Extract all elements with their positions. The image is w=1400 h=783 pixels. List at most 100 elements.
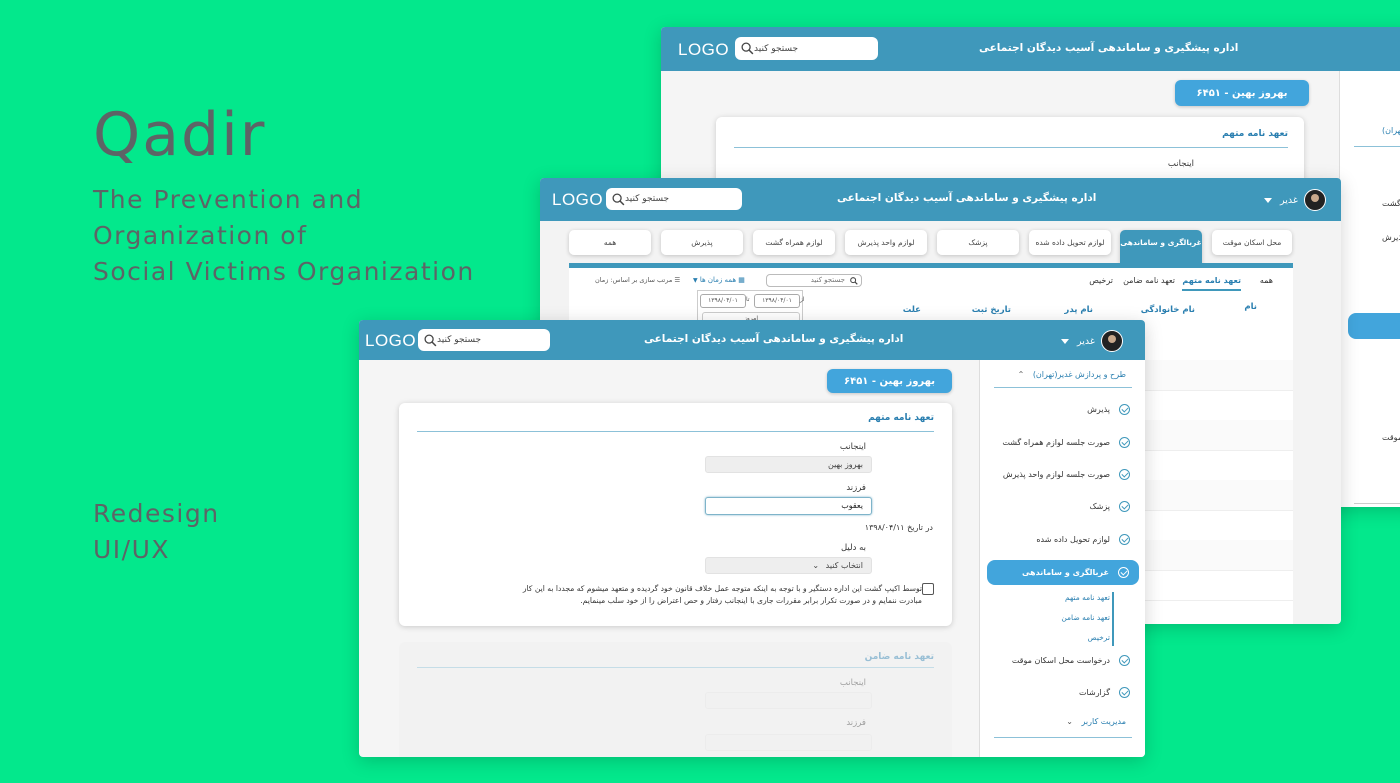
- agreement-text: توسط اکیپ گشت این اداره دستگیر و با توجه…: [523, 583, 922, 607]
- hero-tag-line: UI/UX: [93, 535, 171, 564]
- check-circle-icon: [1119, 469, 1130, 480]
- sort-dropdown[interactable]: ☰ مرتب سازی بر اساس: زمان: [595, 276, 680, 284]
- search-placeholder: جستجو کنید: [754, 43, 799, 54]
- submenu-line: [1112, 592, 1114, 646]
- sidebar-item-reports[interactable]: گزارشات: [1079, 687, 1130, 698]
- search-icon: [424, 333, 437, 346]
- tab-delivered-items[interactable]: لوازم تحویل داده شده: [1029, 230, 1111, 255]
- tab-doctor[interactable]: پزشک: [937, 230, 1019, 255]
- sidebar-item-temp-housing-request[interactable]: درخواست محل اسکان موقت: [1012, 655, 1130, 666]
- sidebar-group-title[interactable]: طرح و پردازش غدیر(تهران) ⌃: [1018, 370, 1126, 379]
- side-active-fragment: [1348, 313, 1400, 339]
- filter-label: همه زمان ها: [699, 276, 737, 284]
- filter-dropdown[interactable]: ▦ همه زمان ها ▼: [693, 276, 745, 284]
- tab-reception[interactable]: پذیرش: [661, 230, 743, 255]
- side-fragment: تهران): [1382, 126, 1400, 135]
- form-title: تعهد نامه متهم: [868, 413, 934, 423]
- label-reason: به دلیل: [840, 543, 866, 553]
- chevron-up-icon: ⌃: [1017, 370, 1025, 379]
- front-topbar: LOGO جستجو کنید اداره پیشگیری و ساماندهی…: [359, 320, 1145, 360]
- hero-tag: Redesign UI/UX: [93, 496, 220, 568]
- submenu-item-guarantor[interactable]: تعهد نامه ضامن: [1061, 613, 1110, 622]
- child-field[interactable]: [705, 734, 872, 751]
- user-menu[interactable]: غدیر: [1264, 189, 1326, 211]
- field-label: اینجانب: [1167, 159, 1194, 169]
- subtab-all[interactable]: همه: [1260, 276, 1273, 285]
- case-button[interactable]: بهروز بهین - ۶۴۵۱: [827, 369, 952, 393]
- tab-patrol-items[interactable]: لوازم همراه گشت: [753, 230, 835, 255]
- sidebar-item-reception-items[interactable]: صورت جلسه لوازم واحد پذیرش: [1003, 469, 1130, 480]
- label-name: اینجانب: [839, 678, 866, 688]
- check-circle-icon: [1118, 567, 1129, 578]
- chevron-down-icon: ⌄: [1066, 717, 1073, 726]
- user-menu[interactable]: غدیر: [1061, 330, 1123, 352]
- col-header-father-name: نام پدر: [1064, 305, 1093, 315]
- avatar: [1100, 330, 1123, 352]
- side-fragment: حد پذیرش: [1382, 233, 1400, 242]
- form-title: تعهد نامه ضامن: [864, 652, 934, 662]
- front-window: LOGO جستجو کنید اداره پیشگیری و ساماندهی…: [359, 320, 1145, 757]
- reason-select-value: انتخاب کنید: [825, 561, 863, 570]
- case-button[interactable]: بهروز بهین - ۶۴۵۱: [1175, 80, 1309, 106]
- date-from-prefix: از: [800, 296, 805, 303]
- sidebar-item-patrol-items[interactable]: صورت جلسه لوازم همراه گشت: [1002, 437, 1130, 448]
- hero-subtitle: The Prevention and Organization of Socia…: [93, 182, 475, 290]
- child-field[interactable]: یعقوب: [705, 497, 872, 515]
- reason-select[interactable]: انتخاب کنید ⌄: [705, 557, 872, 574]
- chevron-down-icon: ⌄: [812, 561, 820, 570]
- submenu-item-accused[interactable]: تعهد نامه متهم: [1065, 593, 1110, 602]
- chevron-down-icon: [1061, 338, 1069, 344]
- search-input[interactable]: جستجو کنید: [606, 188, 742, 210]
- col-header-last-name: نام خانوادگی: [1140, 305, 1195, 315]
- date-to-field[interactable]: ۱۳۹۸/۰۴/۰۱: [700, 294, 746, 308]
- check-circle-icon: [1119, 437, 1130, 448]
- name-field[interactable]: بهروز بهین: [705, 456, 872, 473]
- sidebar-item-label: صورت جلسه لوازم واحد پذیرش: [1002, 470, 1110, 479]
- sidebar-item-screening[interactable]: غربالگری و ساماندهی: [987, 560, 1139, 585]
- sidebar-item-reception[interactable]: پذیرش: [1087, 404, 1130, 415]
- app-title: اداره پیشگیری و ساماندهی آسیب دیدگان اجت…: [644, 333, 904, 345]
- sort-label: مرتب سازی بر اساس: زمان: [595, 276, 673, 284]
- agreement-line: توسط اکیپ گشت این اداره دستگیر و با توجه…: [522, 584, 922, 593]
- search-icon: [850, 277, 858, 285]
- search-input[interactable]: جستجو کنید: [735, 37, 878, 60]
- subtab-accused[interactable]: تعهد نامه متهم: [1182, 276, 1241, 291]
- side-fragment: همراه گشت: [1382, 199, 1400, 208]
- sidebar-item-label: درخواست محل اسکان موقت: [1011, 656, 1110, 665]
- logo: LOGO: [678, 40, 730, 59]
- user-name: غدیر: [1280, 194, 1298, 206]
- calendar-icon: ▦: [736, 276, 745, 284]
- hero-title: Qadir: [93, 100, 267, 170]
- date-to-prefix: تا: [746, 296, 750, 303]
- label-name: اینجانب: [839, 442, 866, 452]
- check-circle-icon: [1119, 404, 1130, 415]
- subtab-guarantor[interactable]: تعهد نامه ضامن: [1123, 276, 1175, 285]
- sidebar-item-doctor[interactable]: پزشک: [1089, 501, 1130, 512]
- tab-reception-items[interactable]: لوازم واحد پذیرش: [845, 230, 927, 255]
- hero-subtitle-line: The Prevention and: [93, 185, 364, 214]
- agreement-checkbox[interactable]: [922, 583, 934, 595]
- submenu-item-release[interactable]: ترخیص: [1088, 633, 1110, 642]
- sidebar-group-user-management[interactable]: مدیریت کاربر ⌄: [1066, 717, 1126, 726]
- sidebar-item-label: لوازم تحویل داده شده: [1036, 535, 1110, 544]
- sidebar-group-label: طرح و پردازش غدیر(تهران): [1032, 370, 1126, 379]
- sidebar-item-label: پذیرش: [1087, 405, 1110, 414]
- search-placeholder: جستجو کنید: [437, 335, 482, 345]
- subtab-release[interactable]: ترخیص: [1089, 276, 1113, 285]
- col-header-reason: علت: [902, 305, 921, 315]
- date-from-field[interactable]: ۱۳۹۸/۰۴/۰۱: [754, 294, 800, 308]
- hero-subtitle-line: Organization of: [93, 221, 308, 250]
- list-search-input[interactable]: جستجو کنید: [766, 274, 862, 287]
- sidebar-group-label: مدیریت کاربر: [1081, 717, 1127, 726]
- tab-all[interactable]: همه: [569, 230, 651, 255]
- tab-temp-housing[interactable]: محل اسکان موقت: [1212, 230, 1292, 255]
- guarantor-form-card: تعهد نامه ضامن اینجانب فرزند: [399, 642, 952, 757]
- search-placeholder: جستجو کنید: [810, 276, 845, 284]
- app-title: اداره پیشگیری و ساماندهی آسیب دیدگان اجت…: [979, 42, 1239, 54]
- hero-subtitle-line: Social Victims Organization: [93, 257, 475, 286]
- sidebar-item-delivered-items[interactable]: لوازم تحویل داده شده: [1036, 534, 1130, 545]
- sidebar-item-label: پزشک: [1089, 502, 1110, 511]
- sidebar-item-label: گزارشات: [1079, 688, 1110, 697]
- search-input[interactable]: جستجو کنید: [418, 329, 550, 351]
- name-field[interactable]: [705, 692, 872, 709]
